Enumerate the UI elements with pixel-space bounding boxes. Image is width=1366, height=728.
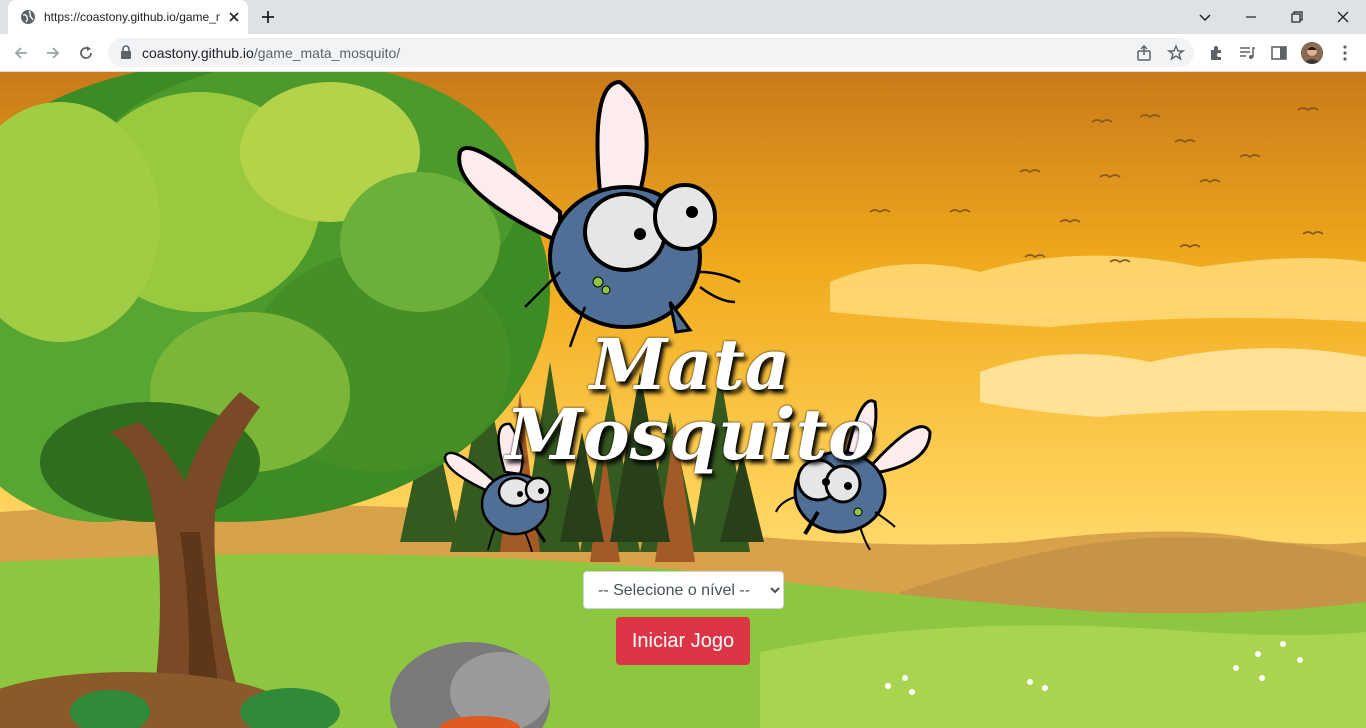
close-window-icon[interactable]: [1335, 9, 1351, 25]
game-title: Mata Mosquito: [470, 330, 910, 470]
browser-tab[interactable]: https://coastony.github.io/game_mata_mos…: [8, 0, 248, 34]
url-path: /game_mata_mosquito/: [253, 45, 401, 61]
url-text[interactable]: coastony.github.io/game_mata_mosquito/: [142, 45, 400, 61]
minimize-icon[interactable]: [1243, 9, 1259, 25]
start-game-button[interactable]: Iniciar Jogo: [616, 617, 750, 665]
share-icon[interactable]: [1135, 44, 1153, 62]
close-tab-icon[interactable]: [226, 9, 242, 25]
url-host: coastony.github.io: [142, 45, 254, 61]
back-icon[interactable]: [12, 44, 30, 62]
menu-kebab-icon[interactable]: [1336, 44, 1354, 62]
lock-icon[interactable]: [120, 45, 132, 59]
side-panel-icon[interactable]: [1270, 44, 1288, 62]
browser-toolbar: coastony.github.io/game_mata_mosquito/: [0, 34, 1366, 72]
media-control-icon[interactable]: [1238, 44, 1256, 62]
page-viewport: Mata Mosquito -- Selecione o nível -- In…: [0, 72, 1366, 728]
profile-avatar[interactable]: [1301, 42, 1323, 64]
level-select[interactable]: -- Selecione o nível --: [583, 571, 784, 609]
forward-icon[interactable]: [44, 44, 62, 62]
restore-icon[interactable]: [1289, 9, 1305, 25]
tab-search-icon[interactable]: [1197, 9, 1213, 25]
extensions-icon[interactable]: [1207, 44, 1225, 62]
reload-icon[interactable]: [77, 44, 95, 62]
profile-photo-icon: [1301, 42, 1323, 64]
address-bar[interactable]: coastony.github.io/game_mata_mosquito/: [108, 38, 1194, 67]
game-title-line2: Mosquito: [505, 393, 875, 476]
bookmark-star-icon[interactable]: [1167, 44, 1185, 62]
new-tab-icon[interactable]: [260, 9, 276, 25]
tab-title: https://coastony.github.io/game_mata_mos…: [44, 10, 220, 24]
browser-tab-strip: https://coastony.github.io/game_mata_mos…: [0, 0, 1366, 34]
globe-icon: [21, 10, 35, 24]
